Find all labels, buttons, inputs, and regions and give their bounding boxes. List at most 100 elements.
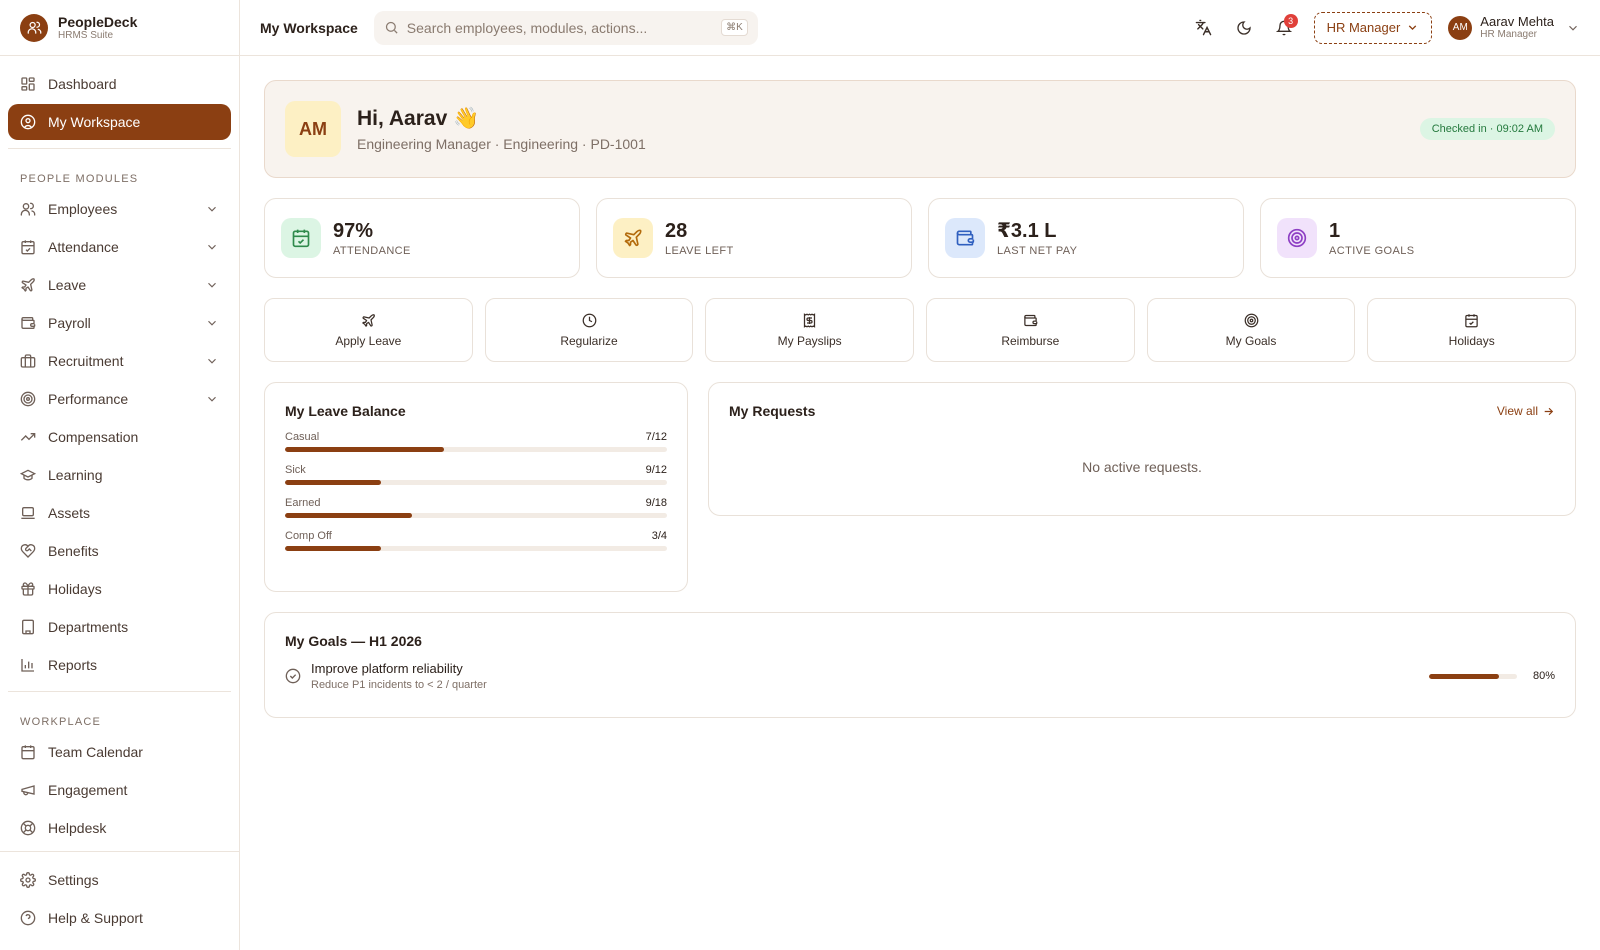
leave-row-comp-off: Comp Off 3/4	[285, 530, 667, 551]
stat-card-net-pay[interactable]: ₹3.1 L LAST NET PAY	[928, 198, 1244, 278]
view-all-label: View all	[1496, 404, 1538, 418]
sidebar-item-my-workspace[interactable]: My Workspace	[8, 104, 231, 140]
sidebar-item-reports[interactable]: Reports	[8, 647, 231, 683]
role-switcher[interactable]: HR Manager	[1313, 11, 1433, 44]
chevron-down-icon	[208, 244, 216, 250]
sidebar-item-label: Help & Support	[48, 910, 143, 926]
language-button[interactable]	[1188, 12, 1220, 44]
sidebar-item-team-calendar[interactable]: Team Calendar	[8, 734, 231, 770]
sidebar-item-dashboard[interactable]: Dashboard	[8, 66, 231, 102]
topbar-actions: 3 HR Manager AM Aarav Mehta HR Manager	[1180, 11, 1580, 44]
sidebar-item-label: Helpdesk	[48, 820, 107, 836]
card-title: My Requests	[729, 403, 816, 419]
action-label: My Goals	[1225, 333, 1277, 348]
sidebar-item-help-support[interactable]: Help & Support	[8, 900, 231, 936]
trending-up-icon	[20, 433, 36, 441]
avatar: AM	[285, 101, 341, 157]
view-all-link[interactable]: View all	[1497, 404, 1555, 418]
sidebar-item-label: Compensation	[48, 429, 139, 445]
sidebar-item-engagement[interactable]: Engagement	[8, 772, 231, 808]
progress-fill	[285, 480, 381, 485]
progress-bar	[285, 480, 667, 485]
chevron-down-icon	[208, 206, 216, 212]
search-icon	[385, 21, 398, 34]
leave-count: 7/12	[645, 431, 667, 443]
sidebar-item-label: Settings	[48, 872, 99, 888]
progress-bar	[285, 447, 667, 452]
sidebar-item-assets[interactable]: Assets	[8, 495, 231, 531]
stat-value: 28	[665, 220, 688, 242]
progress-fill	[285, 546, 381, 551]
sidebar-item-leave[interactable]: Leave	[8, 267, 231, 303]
chevron-down-icon	[208, 358, 216, 364]
leave-type: Casual	[285, 431, 320, 443]
section-title-people: PEOPLE MODULES	[20, 173, 139, 185]
wallet-icon	[1024, 314, 1038, 326]
theme-toggle[interactable]	[1228, 12, 1260, 44]
sidebar-item-compensation[interactable]: Compensation	[8, 419, 231, 455]
brand-name: PeopleDeck	[58, 13, 138, 30]
sidebar-item-label: Engagement	[48, 782, 128, 798]
user-menu[interactable]: AM Aarav Mehta HR Manager	[1448, 13, 1580, 41]
leave-row-earned: Earned 9/18	[285, 497, 667, 518]
sidebar-item-attendance[interactable]: Attendance	[8, 229, 231, 265]
arrow-right-icon	[1544, 407, 1554, 415]
sidebar-item-label: Benefits	[48, 543, 99, 559]
sidebar-item-label: My Workspace	[48, 114, 141, 130]
sidebar-item-holidays[interactable]: Holidays	[8, 571, 231, 607]
plane-icon	[613, 218, 653, 258]
sidebar-item-benefits[interactable]: Benefits	[8, 533, 231, 569]
action-label: Regularize	[560, 333, 618, 348]
progress-bar	[285, 546, 667, 551]
users-icon	[20, 13, 48, 42]
bar-chart-icon	[21, 659, 34, 672]
plane-icon	[362, 313, 375, 327]
calendar-icon	[21, 745, 35, 760]
search-input[interactable]	[406, 19, 722, 36]
sidebar-item-departments[interactable]: Departments	[8, 609, 231, 645]
my-goals-button[interactable]: My Goals	[1146, 298, 1356, 362]
sidebar-item-helpdesk[interactable]: Helpdesk	[8, 810, 231, 846]
notification-badge: 3	[1283, 13, 1298, 28]
search-bar[interactable]: ⌘K	[373, 10, 758, 45]
sidebar-item-payroll[interactable]: Payroll	[8, 305, 231, 341]
goal-title: Improve platform reliability	[311, 661, 463, 676]
stat-label: ACTIVE GOALS	[1329, 245, 1415, 257]
apply-leave-button[interactable]: Apply Leave	[264, 298, 473, 362]
user-name: Aarav Mehta	[1480, 13, 1554, 29]
brand[interactable]: PeopleDeck HRMS Suite	[0, 0, 239, 56]
sidebar-item-label: Attendance	[48, 239, 119, 255]
notifications-button[interactable]: 3	[1268, 12, 1300, 44]
sidebar-item-employees[interactable]: Employees	[8, 191, 231, 227]
stat-card-leave-left[interactable]: 28 LEAVE LEFT	[596, 198, 912, 278]
sidebar-item-label: Assets	[48, 505, 91, 521]
laptop-icon	[21, 507, 35, 519]
goal-description: Reduce P1 incidents to < 2 / quarter	[311, 679, 487, 691]
moon-icon	[1236, 20, 1251, 35]
action-label: Apply Leave	[335, 333, 402, 348]
user-role: HR Manager	[1480, 28, 1537, 40]
role-label: HR Manager	[1326, 20, 1401, 35]
reimburse-button[interactable]: Reimburse	[926, 298, 1135, 362]
leave-type: Sick	[285, 464, 306, 476]
sidebar-item-settings[interactable]: Settings	[8, 862, 231, 898]
regularize-button[interactable]: Regularize	[484, 298, 694, 362]
life-buoy-icon	[20, 820, 36, 836]
my-payslips-button[interactable]: My Payslips	[705, 298, 915, 362]
holidays-button[interactable]: Holidays	[1367, 298, 1577, 362]
goal-item[interactable]: Improve platform reliability Reduce P1 i…	[285, 661, 1555, 691]
topbar: My Workspace ⌘K 3 HR Manager	[240, 0, 1600, 56]
target-icon	[1277, 218, 1317, 258]
megaphone-icon	[21, 785, 35, 796]
sidebar-item-learning[interactable]: Learning	[8, 457, 231, 493]
employee-details: Engineering Manager · Engineering · PD-1…	[357, 135, 646, 152]
stat-card-active-goals[interactable]: 1 ACTIVE GOALS	[1260, 198, 1576, 278]
stat-value: 97%	[333, 220, 374, 242]
sidebar-item-performance[interactable]: Performance	[8, 381, 231, 417]
section-title-workplace: WORKPLACE	[20, 716, 102, 728]
sidebar-bottom: Settings Help & Support	[0, 851, 239, 938]
sidebar-item-recruitment[interactable]: Recruitment	[8, 343, 231, 379]
goals-card: My Goals — H1 2026 Improve platform reli…	[264, 612, 1576, 718]
sidebar-item-label: Recruitment	[48, 353, 124, 369]
stat-card-attendance[interactable]: 97% ATTENDANCE	[264, 198, 580, 278]
